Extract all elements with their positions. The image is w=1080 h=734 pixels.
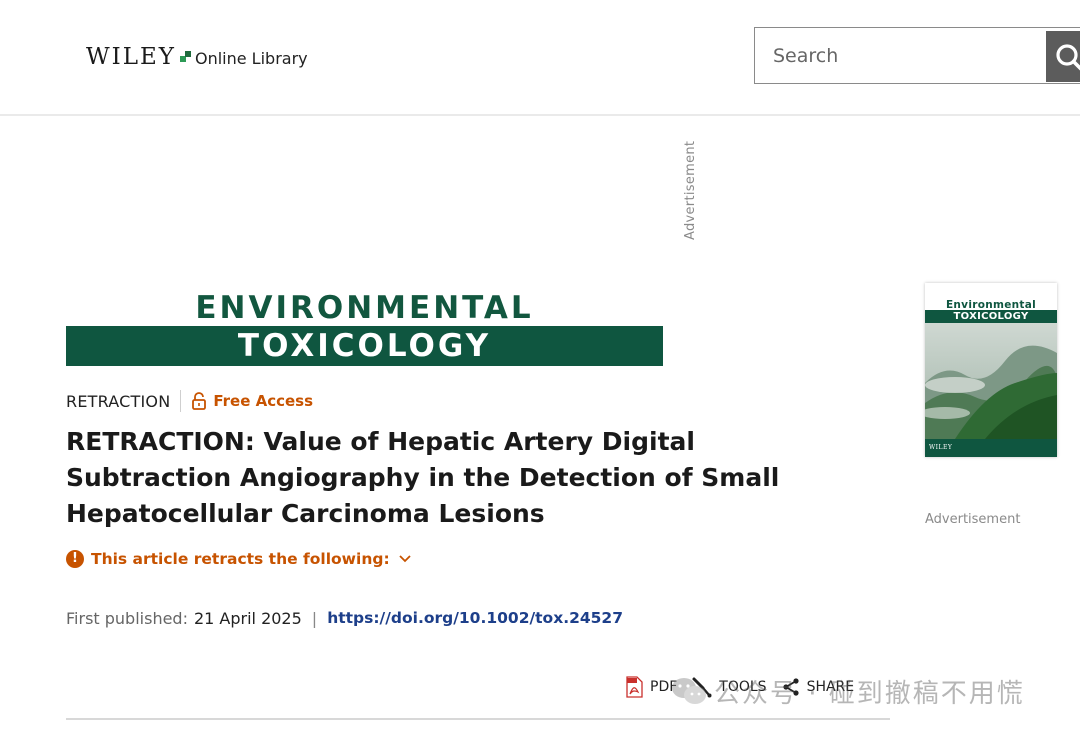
publication-info: First published: 21 April 2025 | https:/… bbox=[66, 606, 623, 630]
chevron-down-icon bbox=[399, 555, 411, 563]
cover-forest-image bbox=[925, 323, 1057, 439]
journal-banner[interactable]: ENVIRONMENTAL TOXICOLOGY bbox=[66, 290, 663, 366]
advertisement-label-side: Advertisement bbox=[925, 512, 1021, 527]
tools-label: TOOLS bbox=[719, 679, 767, 695]
article-title: RETRACTION: Value of Hepatic Artery Digi… bbox=[66, 427, 780, 528]
share-label: SHARE bbox=[806, 679, 855, 695]
doi-link[interactable]: https://doi.org/10.1002/tox.24527 bbox=[327, 609, 623, 627]
journal-cover[interactable]: Environmental TOXICOLOGY WILEY bbox=[925, 283, 1057, 457]
lock-open-icon bbox=[192, 392, 207, 410]
article-type: RETRACTION bbox=[66, 391, 171, 411]
pdf-label: PDF bbox=[650, 679, 678, 695]
search-button[interactable] bbox=[1046, 31, 1080, 82]
journal-banner-line1: ENVIRONMENTAL bbox=[195, 290, 534, 326]
search-box bbox=[754, 27, 1080, 84]
journal-banner-line2: TOXICOLOGY bbox=[66, 326, 663, 366]
cover-title-line2: TOXICOLOGY bbox=[925, 310, 1057, 323]
share-button[interactable]: SHARE bbox=[781, 677, 855, 697]
search-input[interactable] bbox=[755, 28, 1045, 83]
meta-divider bbox=[180, 390, 182, 412]
alert-icon: ! bbox=[66, 550, 84, 568]
free-access-badge: Free Access bbox=[213, 392, 314, 410]
pdf-button[interactable]: PDF bbox=[624, 676, 677, 698]
retracts-label: This article retracts the following: bbox=[91, 550, 390, 568]
first-published-label: First published: bbox=[66, 608, 188, 628]
page: WILEY Online Library Advertisement ENVIR… bbox=[0, 0, 1080, 734]
section-divider bbox=[66, 718, 890, 720]
logo-wiley-text: WILEY bbox=[86, 44, 176, 70]
logo-mark-icon bbox=[179, 51, 191, 62]
advertisement-label-vertical: Advertisement bbox=[683, 140, 698, 240]
share-icon bbox=[782, 678, 799, 696]
retracts-toggle[interactable]: ! This article retracts the following: bbox=[66, 547, 411, 571]
article-meta: RETRACTION Free Access bbox=[66, 389, 313, 413]
wrench-icon bbox=[692, 677, 712, 698]
wiley-online-library-logo[interactable]: WILEY Online Library bbox=[86, 44, 308, 70]
site-header: WILEY Online Library bbox=[0, 0, 1080, 116]
search-icon bbox=[1056, 44, 1080, 71]
logo-online-library-text: Online Library bbox=[194, 49, 308, 68]
pdf-icon bbox=[626, 676, 643, 698]
first-published-date: 21 April 2025 bbox=[193, 608, 302, 628]
cover-publisher: WILEY bbox=[929, 444, 953, 451]
article-toolbar: PDF TOOLS SHARE bbox=[624, 674, 868, 700]
publication-separator: | bbox=[311, 608, 318, 628]
tools-button[interactable]: TOOLS bbox=[691, 676, 767, 698]
